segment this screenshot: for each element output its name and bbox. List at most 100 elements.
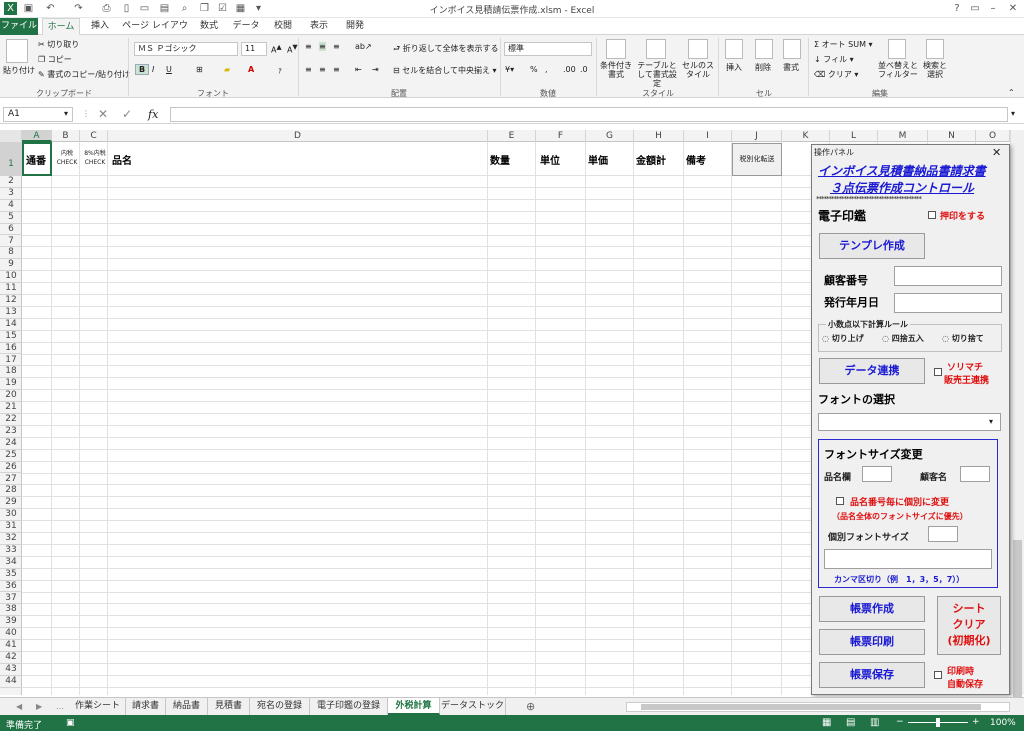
customer-number-input[interactable] (894, 266, 1002, 286)
save-form-button[interactable]: 帳票保存 (819, 662, 925, 688)
grow-font-icon[interactable]: A▲ (271, 43, 282, 55)
conditional-format-button[interactable]: 条件付き書式 (600, 61, 632, 79)
sheet-tab-data-stock[interactable]: データストック (440, 698, 506, 715)
row-header[interactable]: 3 (0, 188, 22, 200)
tab-file[interactable]: ファイル (0, 18, 38, 35)
sort-filter-icon[interactable] (888, 39, 906, 59)
column-header-c[interactable]: C (80, 130, 108, 142)
row-header[interactable]: 42 (0, 652, 22, 664)
format-cells-button[interactable]: 書式 (783, 62, 799, 73)
font-name-select[interactable]: ＭＳ Ｐゴシック (134, 42, 238, 56)
column-header-m[interactable]: M (878, 130, 928, 142)
sheet-tab-seal[interactable]: 電子印鑑の登録 (310, 698, 388, 715)
font-size-select[interactable]: 11 (241, 42, 267, 56)
row-header[interactable]: 37 (0, 593, 22, 605)
font-select-dropdown[interactable]: ▾ (818, 413, 1001, 431)
cut-button[interactable]: ✂ 切り取り (38, 39, 79, 50)
row-header[interactable]: 15 (0, 331, 22, 343)
print-form-button[interactable]: 帳票印刷 (819, 629, 925, 655)
zoom-slider[interactable] (908, 718, 968, 727)
sheet-tab-invoice[interactable]: 請求書 (126, 698, 166, 715)
column-header-n[interactable]: N (928, 130, 976, 142)
tab-data[interactable]: データ (230, 18, 262, 35)
row-header[interactable]: 19 (0, 378, 22, 391)
column-header-g[interactable]: G (586, 130, 634, 142)
shrink-font-icon[interactable]: A▼ (287, 43, 298, 55)
bold-button[interactable]: B (135, 64, 150, 75)
row-header[interactable]: 23 (0, 426, 22, 438)
column-header-f[interactable]: F (536, 130, 586, 142)
create-template-button[interactable]: テンプレ作成 (819, 233, 925, 259)
wrap-text-button[interactable]: ⮐ 折り返して全体を表示する (393, 43, 499, 57)
sheet-tab-address[interactable]: 宛名の登録 (250, 698, 310, 715)
insert-cells-icon[interactable] (725, 39, 743, 59)
round-half-radio[interactable]: ◌ 四捨五入 (882, 333, 924, 344)
copy-button[interactable]: ❐ コピー (38, 54, 72, 65)
vertical-scrollbar[interactable] (1010, 130, 1024, 700)
row-header[interactable]: 18 (0, 366, 22, 379)
customer-font-size-input[interactable] (960, 466, 990, 482)
row-header[interactable]: 25 (0, 450, 22, 462)
column-header-l[interactable]: L (830, 130, 878, 142)
row-header[interactable]: 14 (0, 319, 22, 331)
increase-decimal-icon[interactable]: .00 (563, 65, 576, 74)
tab-developer[interactable]: 開発 (340, 18, 370, 35)
delete-cells-button[interactable]: 削除 (755, 62, 771, 73)
sheet-clear-button[interactable]: シート クリア (初期化) (937, 596, 1001, 655)
panel-close-icon[interactable]: ✕ (992, 146, 1001, 159)
tab-formulas[interactable]: 数式 (194, 18, 224, 35)
sheet-tab-delivery[interactable]: 納品書 (166, 698, 208, 715)
row-header[interactable]: 6 (0, 224, 22, 236)
zoom-slider-thumb[interactable] (936, 718, 940, 727)
row-header[interactable]: 40 (0, 628, 22, 641)
tax-exclusive-transfer-button[interactable]: 税別化転送 (732, 143, 782, 176)
create-form-button[interactable]: 帳票作成 (819, 596, 925, 622)
align-center-icon[interactable]: ≡ (319, 65, 326, 74)
row-header[interactable]: 30 (0, 509, 22, 522)
row-header[interactable]: 24 (0, 438, 22, 450)
data-link-button[interactable]: データ連携 (819, 358, 925, 384)
autosum-button[interactable]: Σ オート SUM ▾ (814, 39, 873, 50)
row-header[interactable]: 28 (0, 485, 22, 498)
column-header-h[interactable]: H (634, 130, 684, 142)
align-bottom-icon[interactable]: ≡ (333, 42, 340, 51)
sorimachi-checkbox[interactable] (934, 368, 942, 376)
page-layout-view-icon[interactable]: ▤ (846, 717, 855, 728)
issue-date-input[interactable] (894, 293, 1002, 313)
row-header[interactable]: 2 (0, 176, 22, 188)
sheet-tab-estimate[interactable]: 見積書 (208, 698, 250, 715)
decrease-decimal-icon[interactable]: .0 (580, 65, 588, 74)
row-header[interactable]: 34 (0, 557, 22, 569)
percent-icon[interactable]: % (530, 65, 538, 74)
orientation-icon[interactable]: ab↗ (355, 42, 372, 51)
format-cells-icon[interactable] (783, 39, 801, 59)
underline-button[interactable]: U (166, 65, 172, 74)
name-box-dropdown-icon[interactable]: ▾ (64, 109, 68, 118)
sheet-tab-tax-calc[interactable]: 外税計算 (388, 698, 440, 715)
round-up-radio[interactable]: ◌ 切り上げ (822, 333, 864, 344)
add-sheet-icon[interactable]: ⊕ (526, 700, 535, 713)
align-right-icon[interactable]: ≡ (333, 65, 340, 74)
page-break-view-icon[interactable]: ▥ (870, 717, 879, 728)
format-painter-button[interactable]: ✎ 書式のコピー/貼り付け (38, 69, 130, 80)
align-middle-icon[interactable]: ≡ (319, 42, 326, 51)
row-header[interactable]: 5 (0, 212, 22, 224)
sheet-tab-work[interactable]: 作業シート (70, 698, 126, 715)
conditional-format-icon[interactable] (606, 39, 626, 59)
expand-formula-icon[interactable]: ▾ (1011, 109, 1015, 118)
zoom-in-icon[interactable]: + (972, 717, 980, 727)
fill-button[interactable]: ↓ フィル ▾ (814, 54, 854, 65)
row-header[interactable]: 33 (0, 545, 22, 557)
row-header[interactable]: 41 (0, 640, 22, 652)
clear-button[interactable]: ⌫ クリア ▾ (814, 69, 858, 80)
row-header[interactable]: 38 (0, 604, 22, 617)
row-header[interactable]: 17 (0, 355, 22, 367)
column-header-k[interactable]: K (782, 130, 830, 142)
font-color-icon[interactable]: A (248, 65, 254, 74)
cancel-icon[interactable]: ✕ (98, 107, 108, 121)
row-header[interactable]: 12 (0, 295, 22, 307)
find-select-button[interactable]: 検索と選択 (920, 61, 950, 79)
cell-style-button[interactable]: セルのスタイル (680, 61, 716, 79)
column-header-e[interactable]: E (488, 130, 536, 142)
minimize-icon[interactable]: – (984, 2, 1002, 16)
